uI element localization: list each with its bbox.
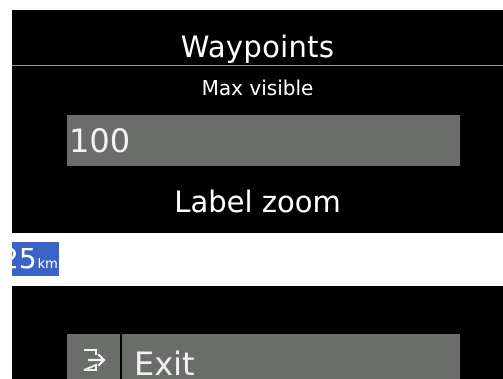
label-zoom-selected-text: 25 km [12,242,59,276]
label-zoom-label: Label zoom [174,185,341,219]
page-title: Waypoints [180,30,335,64]
exit-icon-cell [67,334,122,379]
max-visible-value: 100 [69,122,131,160]
exit-label: Exit [134,345,195,379]
label-zoom-value: 25 [12,242,37,275]
label-zoom-unit: km [37,257,58,272]
label-zoom-field[interactable]: 25 km [12,233,503,286]
max-visible-field[interactable]: 100 [67,115,460,166]
title-divider [12,65,503,66]
exit-button[interactable]: Exit [67,334,460,379]
waypoints-dialog: Waypoints Max visible 100 Label zoom 25 … [12,10,503,379]
exit-icon [83,349,106,371]
max-visible-label: Max visible [201,76,314,100]
